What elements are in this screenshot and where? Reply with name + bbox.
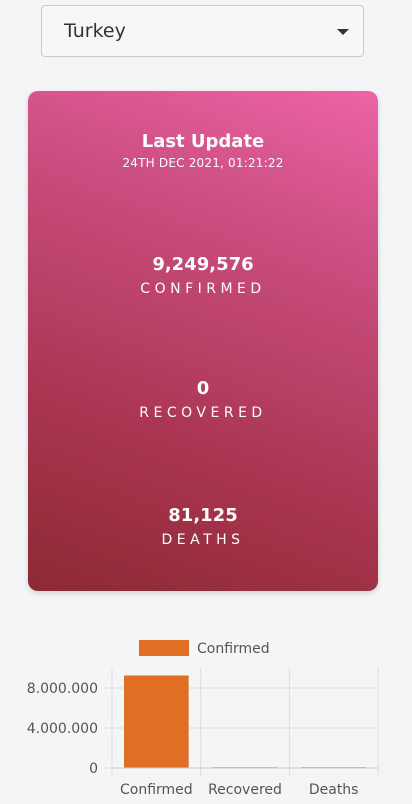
- last-update-time: 24TH DEC 2021, 01:21:22: [122, 156, 284, 170]
- x-tick-label: Confirmed: [120, 782, 193, 798]
- country-select[interactable]: Turkey: [41, 5, 364, 57]
- recovered-block: 0 RECOVERED: [28, 378, 378, 421]
- recovered-label: RECOVERED: [139, 405, 267, 421]
- last-update-block: Last Update 24TH DEC 2021, 01:21:22: [28, 131, 378, 170]
- bar-chart: Confirmed 0 4.000.000 8.000.000 Confirmed Rec…: [0, 630, 412, 800]
- y-tick-label: 0: [89, 761, 98, 777]
- x-tick-label: Recovered: [208, 782, 282, 798]
- legend-label: Confirmed: [197, 641, 270, 657]
- bar-chart-svg: Confirmed 0 4.000.000 8.000.000 Confirmed Rec…: [27, 640, 379, 798]
- bar-confirmed: [124, 675, 189, 768]
- y-tick-label: 8.000.000: [27, 681, 98, 697]
- x-tick-label: Deaths: [309, 782, 359, 798]
- y-tick-label: 4.000.000: [27, 721, 98, 737]
- confirmed-value: 9,249,576: [152, 254, 254, 275]
- country-select-value: Turkey: [64, 20, 126, 42]
- last-update-title: Last Update: [141, 131, 265, 152]
- confirmed-block: 9,249,576 CONFIRMED: [28, 254, 378, 297]
- deaths-label: DEATHS: [161, 532, 245, 548]
- recovered-value: 0: [196, 378, 210, 399]
- confirmed-label: CONFIRMED: [140, 281, 266, 297]
- deaths-value: 81,125: [168, 505, 238, 526]
- stats-card: Last Update 24TH DEC 2021, 01:21:22 9,24…: [28, 91, 378, 591]
- legend-swatch: [139, 640, 189, 656]
- deaths-block: 81,125 DEATHS: [28, 505, 378, 548]
- chevron-down-icon[interactable]: [337, 29, 349, 35]
